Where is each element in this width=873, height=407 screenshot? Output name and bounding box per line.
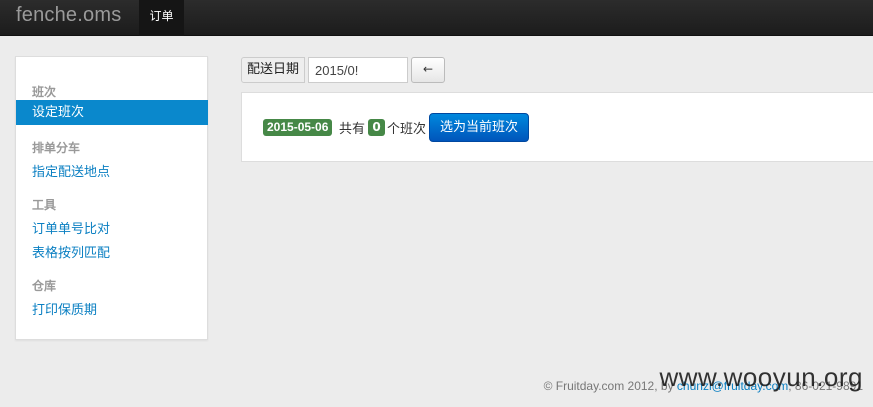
sidebar: 班次 设定班次 排单分车 指定配送地点 工具 订单单号比对 表格按列匹配 仓库 … (15, 56, 208, 340)
prev-date-button[interactable]: ← (411, 57, 445, 83)
sidebar-item-set-shift[interactable]: 设定班次 (16, 100, 208, 125)
footer-copyright: © Fruitday.com 2012, by (543, 379, 674, 393)
delivery-date-input[interactable] (308, 57, 408, 83)
delivery-date-label: 配送日期 (241, 57, 305, 83)
count-badge: 0 (368, 119, 385, 136)
shift-result-panel: 2015-05-06 共有 0 个班次 选为当前班次 (241, 92, 873, 162)
sidebar-header-tools: 工具 (32, 198, 57, 212)
sidebar-header-shift: 班次 (32, 85, 57, 99)
sidebar-item-table-match[interactable]: 表格按列匹配 (32, 242, 110, 261)
top-navbar: fenche.oms 订单 (0, 0, 873, 36)
sidebar-header-warehouse: 仓库 (32, 279, 57, 293)
sidebar-item-order-compare[interactable]: 订单单号比对 (32, 218, 110, 237)
sidebar-header-dispatch: 排单分车 (32, 141, 81, 155)
select-current-shift-button[interactable]: 选为当前班次 (429, 113, 529, 142)
total-text: 共有 (339, 122, 366, 137)
nav-tab-orders[interactable]: 订单 (139, 0, 184, 36)
brand-logo[interactable]: fenche.oms (16, 4, 121, 27)
watermark: www.wooyun.org (659, 362, 863, 392)
sidebar-item-print-shelf-life[interactable]: 打印保质期 (32, 299, 97, 318)
unit-text: 个班次 (387, 122, 427, 137)
sidebar-item-delivery-location[interactable]: 指定配送地点 (32, 161, 110, 180)
date-badge: 2015-05-06 (263, 119, 333, 136)
